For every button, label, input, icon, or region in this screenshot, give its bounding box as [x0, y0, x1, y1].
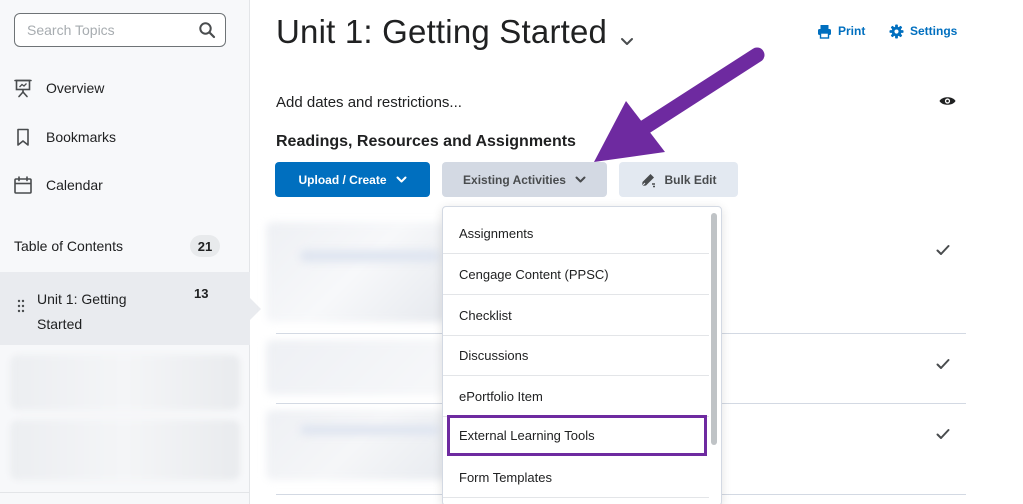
- unit-count: 13: [194, 286, 209, 301]
- sidebar: Overview Bookmarks Calendar Table of Con…: [0, 0, 261, 504]
- pencil-icon: [641, 173, 656, 187]
- upload-create-label: Upload / Create: [298, 172, 387, 187]
- menu-scrollbar[interactable]: [711, 213, 717, 445]
- check-icon: [936, 359, 950, 369]
- blurred-topic-title: [300, 250, 440, 262]
- nav-item-label: Overview: [46, 80, 105, 96]
- presentation-icon: [12, 77, 34, 99]
- print-button[interactable]: Print: [817, 22, 865, 40]
- existing-activities-label: Existing Activities: [463, 172, 566, 187]
- existing-activities-button[interactable]: Existing Activities: [442, 162, 607, 197]
- blurred-topic-title: [300, 425, 440, 435]
- drag-handle-icon[interactable]: [17, 299, 25, 313]
- blurred-topic: [266, 340, 446, 395]
- search-input[interactable]: [16, 15, 186, 45]
- unit-label: Unit 1: Getting Started: [37, 291, 127, 332]
- toc-count-badge: 21: [190, 235, 220, 257]
- settings-label: Settings: [910, 24, 958, 38]
- bookmark-icon: [12, 126, 34, 148]
- check-icon: [936, 245, 950, 255]
- toc-unit-item[interactable]: Unit 1: Getting Started 13: [0, 272, 261, 345]
- check-icon: [936, 429, 950, 439]
- menu-item-discussions[interactable]: Discussions: [443, 335, 709, 376]
- menu-item-external-learning-tools[interactable]: External Learning Tools: [447, 415, 707, 456]
- gear-icon: [889, 23, 904, 39]
- eye-icon[interactable]: [939, 95, 956, 107]
- menu-item-assignments[interactable]: Assignments: [443, 213, 709, 254]
- add-dates-link[interactable]: Add dates and restrictions...: [276, 94, 462, 111]
- page-title: Unit 1: Getting Started: [276, 13, 608, 50]
- bulk-edit-label: Bulk Edit: [664, 172, 717, 187]
- bulk-edit-button[interactable]: Bulk Edit: [619, 162, 738, 197]
- nav-item-label: Bookmarks: [46, 129, 117, 145]
- printer-icon: [818, 24, 831, 39]
- menu-item-cengage-content[interactable]: Cengage Content (PPSC): [443, 254, 709, 295]
- chevron-down-icon: [575, 176, 586, 183]
- nav-item-overview[interactable]: Overview: [12, 74, 104, 102]
- menu-item-checklist[interactable]: Checklist: [443, 295, 709, 336]
- blurred-toc-item: [10, 355, 240, 410]
- settings-button[interactable]: Settings: [889, 22, 957, 40]
- blurred-toc-item: [10, 420, 240, 480]
- existing-activities-menu: Assignments Cengage Content (PPSC) Check…: [442, 206, 722, 504]
- nav-item-bookmarks[interactable]: Bookmarks: [12, 123, 116, 151]
- toc-label: Table of Contents: [14, 238, 123, 254]
- table-of-contents[interactable]: Table of Contents 21: [14, 233, 220, 259]
- print-label: Print: [838, 24, 866, 38]
- blurred-topic: [266, 410, 446, 480]
- search-icon[interactable]: [198, 21, 216, 39]
- chevron-down-icon[interactable]: [620, 34, 634, 48]
- menu-item-eportfolio-item[interactable]: ePortfolio Item: [443, 376, 709, 417]
- nav-item-calendar[interactable]: Calendar: [12, 171, 103, 199]
- nav-item-label: Calendar: [46, 177, 103, 193]
- sidebar-divider: [0, 492, 250, 493]
- section-heading: Readings, Resources and Assignments: [276, 133, 576, 150]
- calendar-icon: [12, 174, 34, 196]
- upload-create-button[interactable]: Upload / Create: [275, 162, 430, 197]
- chevron-down-icon: [396, 176, 407, 183]
- search-box: [14, 13, 226, 47]
- blurred-topic: [266, 222, 446, 322]
- menu-item-form-templates[interactable]: Form Templates: [443, 457, 709, 498]
